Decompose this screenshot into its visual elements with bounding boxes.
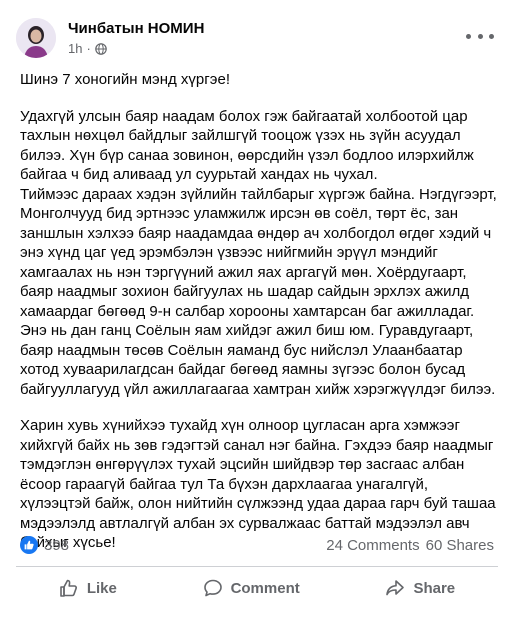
post-header: Чинбатын НОМИН 1h ·	[16, 16, 502, 60]
share-label: Share	[413, 579, 456, 597]
divider	[16, 566, 498, 567]
author-name[interactable]: Чинбатын НОМИН	[68, 20, 204, 37]
comment-button[interactable]: Comment	[189, 572, 314, 604]
comment-count[interactable]: 24 Comments	[326, 537, 419, 554]
action-bar: Like Comment Share	[16, 570, 498, 606]
like-reaction-icon[interactable]	[20, 536, 38, 554]
comment-label: Comment	[230, 579, 300, 597]
thumbs-up-icon	[60, 579, 77, 597]
post-body: Шинэ 7 хоногийн мэнд хүргэе! Удахгүй улс…	[20, 70, 498, 570]
like-label: Like	[86, 579, 117, 597]
meta-separator: ·	[86, 41, 91, 56]
profile-photo-icon	[16, 18, 56, 58]
post-meta: 1h ·	[68, 41, 107, 56]
reaction-count[interactable]: 398	[44, 537, 69, 554]
post-paragraph-greeting: Шинэ 7 хоногийн мэнд хүргэе!	[20, 71, 231, 88]
post-time[interactable]: 1h	[68, 41, 82, 56]
post-card: Чинбатын НОМИН 1h · Шинэ 7 хоногийн мэнд…	[0, 0, 514, 618]
share-count[interactable]: 60 Shares	[426, 537, 494, 554]
post-paragraph-closing: Харин хувь хүнийхээ тухайд хүн олноор цу…	[20, 417, 496, 551]
share-arrow-icon	[386, 580, 405, 596]
post-paragraph-main: Удахгүй улсын баяр наадам болох гэж байг…	[20, 107, 497, 398]
more-options-icon[interactable]	[466, 28, 494, 44]
globe-icon	[95, 42, 107, 55]
share-button[interactable]: Share	[371, 572, 469, 604]
like-button[interactable]: Like	[45, 572, 131, 604]
avatar[interactable]	[16, 18, 56, 58]
post-stats: 398 24 Comments 60 Shares	[20, 534, 494, 556]
comment-bubble-icon	[203, 579, 222, 597]
